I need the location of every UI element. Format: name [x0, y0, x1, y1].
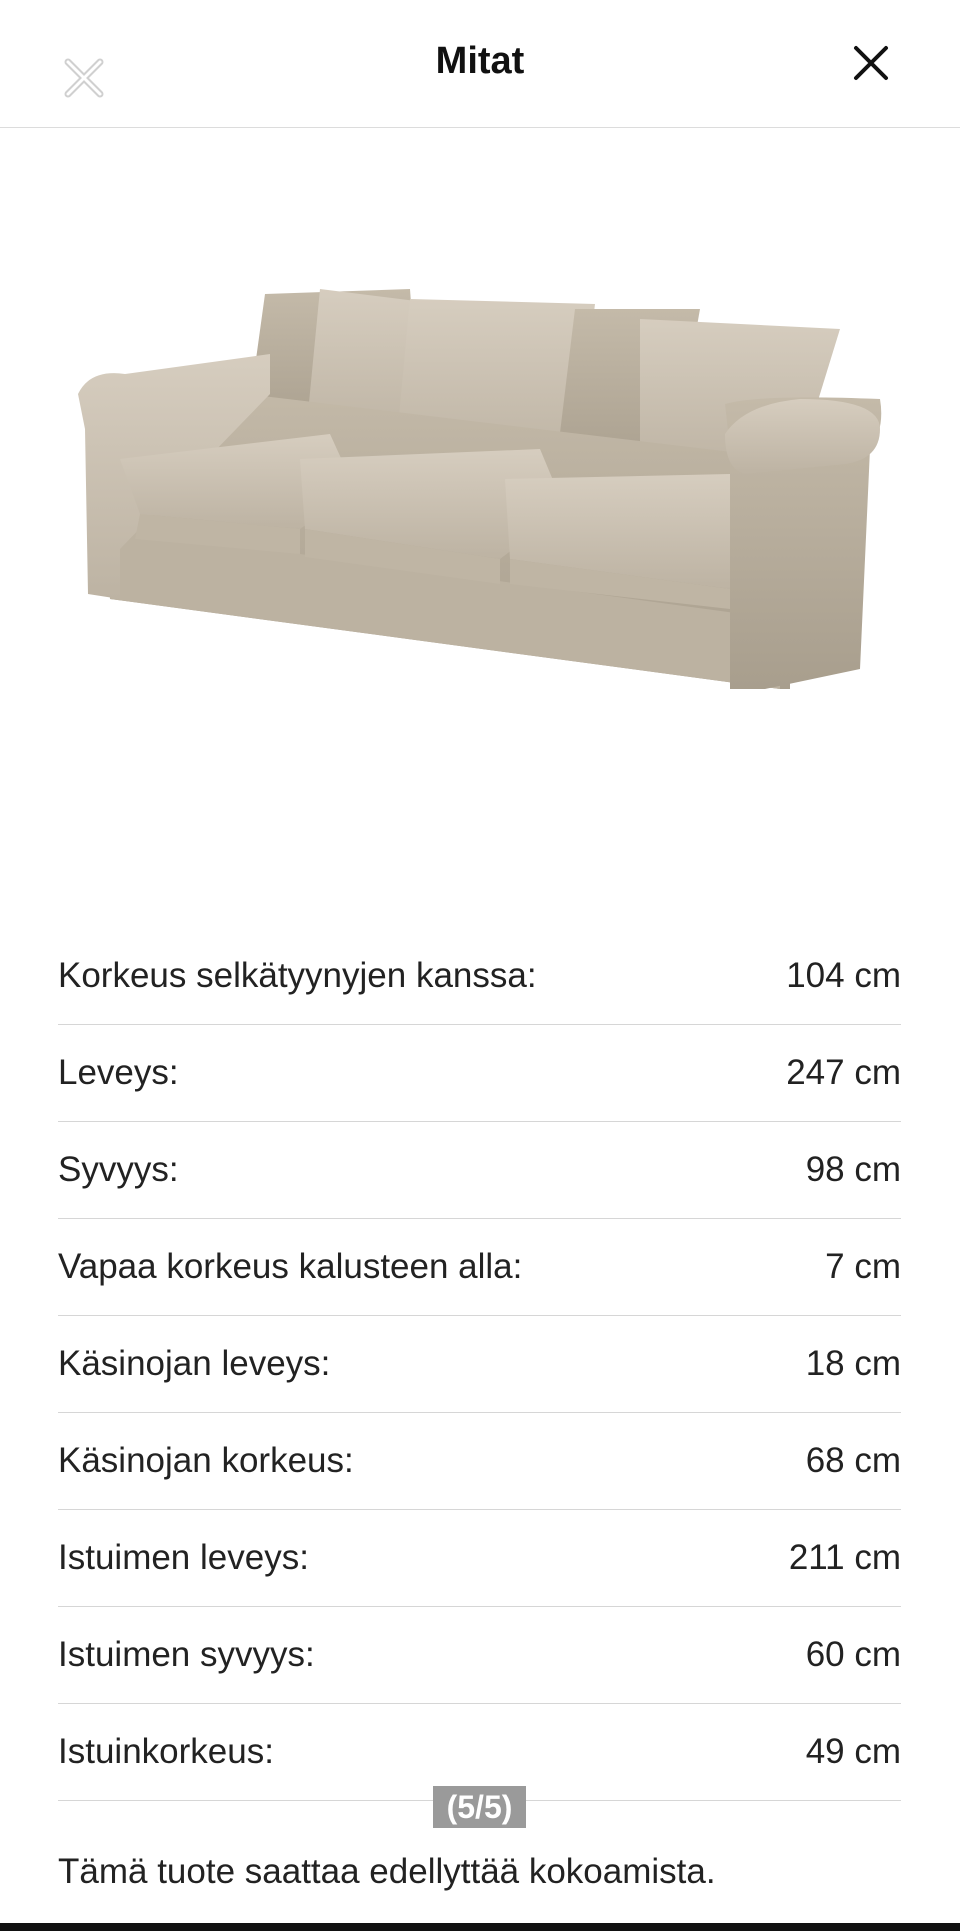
- dimension-value: 60 cm: [805, 1635, 901, 1674]
- product-image: [0, 129, 960, 889]
- dimension-label: Istuimen syvyys:: [58, 1635, 315, 1674]
- dimension-row: Istuimen syvyys: 60 cm: [58, 1607, 901, 1704]
- dimension-value: 49 cm: [805, 1732, 901, 1771]
- close-button[interactable]: [848, 40, 894, 86]
- page-title: Mitat: [435, 40, 525, 82]
- assembly-note: Tämä tuote saattaa edellyttää kokoamista…: [58, 1852, 716, 1891]
- dimension-label: Käsinojan leveys:: [58, 1344, 331, 1383]
- dimension-value: 211 cm: [788, 1538, 901, 1577]
- dimension-value: 98 cm: [805, 1150, 901, 1189]
- dimension-row: Korkeus selkätyynyjen kanssa: 104 cm: [58, 928, 901, 1025]
- header: Mitat: [0, 0, 960, 128]
- dimension-value: 104 cm: [786, 956, 901, 995]
- dimension-row: Istuimen leveys: 211 cm: [58, 1510, 901, 1607]
- dimension-label: Leveys:: [58, 1053, 179, 1092]
- bottom-edge: [0, 1923, 960, 1931]
- dimension-label: Käsinojan korkeus:: [58, 1441, 354, 1480]
- dimension-row: Leveys: 247 cm: [58, 1025, 901, 1122]
- dimension-value: 18 cm: [805, 1344, 901, 1383]
- dimension-label: Vapaa korkeus kalusteen alla:: [58, 1247, 523, 1286]
- sofa-illustration: [78, 289, 882, 689]
- dimension-row: Käsinojan korkeus: 68 cm: [58, 1413, 901, 1510]
- dimension-value: 68 cm: [805, 1441, 901, 1480]
- dimension-label: Istuimen leveys:: [58, 1538, 309, 1577]
- dimension-label: Syvyys:: [58, 1150, 179, 1189]
- dimensions-list: Korkeus selkätyynyjen kanssa: 104 cm Lev…: [58, 928, 901, 1801]
- dimension-label: Istuinkorkeus:: [58, 1732, 274, 1771]
- dimension-value: 7 cm: [825, 1247, 901, 1286]
- dimension-row: Vapaa korkeus kalusteen alla: 7 cm: [58, 1219, 901, 1316]
- dimension-row: Käsinojan leveys: 18 cm: [58, 1316, 901, 1413]
- dimension-value: 247 cm: [786, 1053, 901, 1092]
- dimension-row: Syvyys: 98 cm: [58, 1122, 901, 1219]
- page-indicator: (5/5): [433, 1786, 526, 1828]
- dimension-label: Korkeus selkätyynyjen kanssa:: [58, 956, 537, 995]
